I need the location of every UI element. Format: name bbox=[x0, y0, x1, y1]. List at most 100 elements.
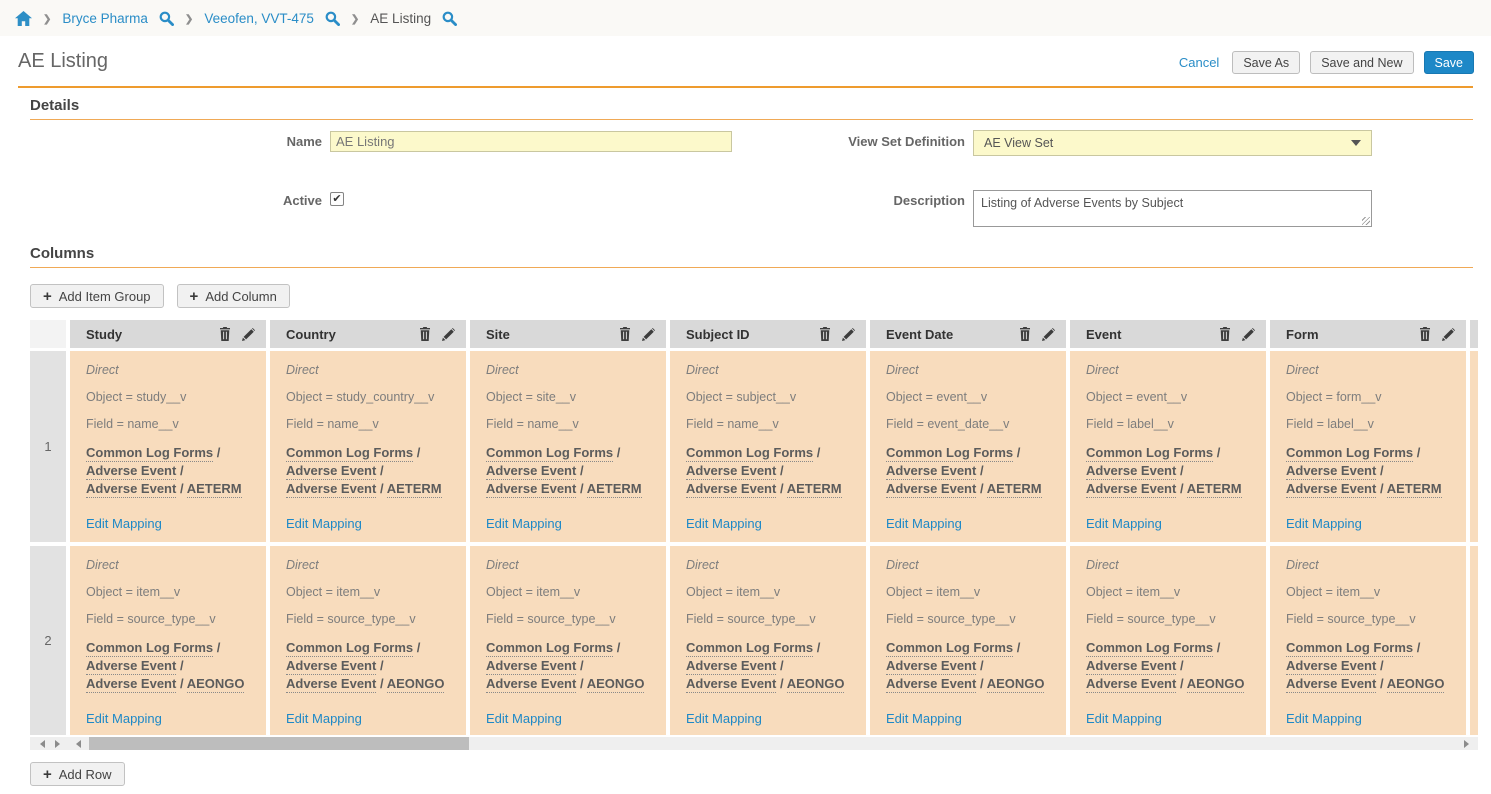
path-segment[interactable]: Adverse Event bbox=[686, 481, 776, 498]
delete-column-icon[interactable] bbox=[819, 327, 831, 341]
search-icon[interactable] bbox=[159, 11, 174, 26]
breadcrumb-link-study[interactable]: Bryce Pharma bbox=[62, 11, 148, 26]
delete-column-icon[interactable] bbox=[619, 327, 631, 341]
path-segment[interactable]: AETERM bbox=[387, 481, 442, 498]
path-segment[interactable]: Adverse Event bbox=[886, 463, 976, 480]
path-segment[interactable]: Adverse Event bbox=[286, 481, 376, 498]
path-segment[interactable]: AETERM bbox=[187, 481, 242, 498]
path-segment[interactable]: AETERM bbox=[787, 481, 842, 498]
edit-column-icon[interactable] bbox=[442, 328, 455, 341]
path-segment[interactable]: Adverse Event bbox=[686, 463, 776, 480]
edit-column-icon[interactable] bbox=[1042, 328, 1055, 341]
name-input[interactable] bbox=[330, 131, 732, 152]
path-segment[interactable]: Adverse Event bbox=[86, 658, 176, 675]
edit-mapping-link[interactable]: Edit Mapping bbox=[286, 516, 362, 531]
path-segment[interactable]: Adverse Event bbox=[286, 658, 376, 675]
path-segment[interactable]: Adverse Event bbox=[486, 481, 576, 498]
path-segment[interactable]: Common Log Forms bbox=[686, 445, 813, 462]
path-segment[interactable]: AEONGO bbox=[1187, 676, 1245, 693]
cancel-link[interactable]: Cancel bbox=[1179, 55, 1219, 70]
scrollbar-right-arrow-icon[interactable] bbox=[1464, 740, 1469, 748]
path-segment[interactable]: AEONGO bbox=[187, 676, 245, 693]
add-item-group-button[interactable]: Add Item Group bbox=[30, 284, 164, 308]
path-segment[interactable]: Adverse Event bbox=[86, 676, 176, 693]
path-segment[interactable]: Adverse Event bbox=[1086, 463, 1176, 480]
path-segment[interactable]: Adverse Event bbox=[1286, 658, 1376, 675]
delete-column-icon[interactable] bbox=[1419, 327, 1431, 341]
edit-mapping-link[interactable]: Edit Mapping bbox=[1086, 711, 1162, 726]
edit-mapping-link[interactable]: Edit Mapping bbox=[86, 516, 162, 531]
path-segment[interactable]: Adverse Event bbox=[486, 658, 576, 675]
path-segment[interactable]: AEONGO bbox=[987, 676, 1045, 693]
path-segment[interactable]: Common Log Forms bbox=[286, 640, 413, 657]
view-set-select[interactable]: AE View Set bbox=[973, 130, 1372, 156]
path-segment[interactable]: Common Log Forms bbox=[1286, 640, 1413, 657]
path-segment[interactable]: AETERM bbox=[1187, 481, 1242, 498]
delete-column-icon[interactable] bbox=[1219, 327, 1231, 341]
path-segment[interactable]: Common Log Forms bbox=[486, 445, 613, 462]
path-segment[interactable]: Adverse Event bbox=[1286, 481, 1376, 498]
save-and-new-button[interactable]: Save and New bbox=[1310, 51, 1413, 74]
path-segment[interactable]: AETERM bbox=[587, 481, 642, 498]
edit-column-icon[interactable] bbox=[1442, 328, 1455, 341]
active-checkbox[interactable] bbox=[330, 192, 344, 206]
breadcrumb-link-casebook[interactable]: Veeofen, VVT-475 bbox=[204, 11, 314, 26]
path-segment[interactable]: Adverse Event bbox=[86, 463, 176, 480]
edit-mapping-link[interactable]: Edit Mapping bbox=[686, 711, 762, 726]
path-segment[interactable]: Adverse Event bbox=[1086, 481, 1176, 498]
edit-column-icon[interactable] bbox=[842, 328, 855, 341]
path-segment[interactable]: Common Log Forms bbox=[86, 445, 213, 462]
path-segment[interactable]: AEONGO bbox=[787, 676, 845, 693]
path-segment[interactable]: Adverse Event bbox=[886, 658, 976, 675]
edit-mapping-link[interactable]: Edit Mapping bbox=[1286, 516, 1362, 531]
edit-mapping-link[interactable]: Edit Mapping bbox=[486, 516, 562, 531]
path-segment[interactable]: Adverse Event bbox=[686, 658, 776, 675]
path-segment[interactable]: AETERM bbox=[987, 481, 1042, 498]
scroll-columns-right-icon[interactable] bbox=[55, 740, 60, 748]
path-segment[interactable]: Adverse Event bbox=[886, 676, 976, 693]
edit-mapping-link[interactable]: Edit Mapping bbox=[1286, 711, 1362, 726]
edit-column-icon[interactable] bbox=[642, 328, 655, 341]
path-segment[interactable]: Adverse Event bbox=[1086, 658, 1176, 675]
path-segment[interactable]: Adverse Event bbox=[86, 481, 176, 498]
path-segment[interactable]: Common Log Forms bbox=[686, 640, 813, 657]
edit-mapping-link[interactable]: Edit Mapping bbox=[86, 711, 162, 726]
search-icon[interactable] bbox=[325, 11, 340, 26]
edit-mapping-link[interactable]: Edit Mapping bbox=[686, 516, 762, 531]
edit-mapping-link[interactable]: Edit Mapping bbox=[886, 516, 962, 531]
path-segment[interactable]: Common Log Forms bbox=[886, 445, 1013, 462]
delete-column-icon[interactable] bbox=[1019, 327, 1031, 341]
scrollbar-track[interactable] bbox=[87, 737, 1460, 750]
delete-column-icon[interactable] bbox=[219, 327, 231, 341]
path-segment[interactable]: Adverse Event bbox=[1286, 463, 1376, 480]
scroll-columns-left-icon[interactable] bbox=[40, 740, 45, 748]
resize-handle-icon[interactable] bbox=[1362, 217, 1370, 225]
home-icon[interactable] bbox=[15, 11, 32, 26]
path-segment[interactable]: Common Log Forms bbox=[86, 640, 213, 657]
path-segment[interactable]: Common Log Forms bbox=[886, 640, 1013, 657]
scrollbar-thumb[interactable] bbox=[89, 737, 469, 750]
edit-column-icon[interactable] bbox=[242, 328, 255, 341]
path-segment[interactable]: AETERM bbox=[1387, 481, 1442, 498]
path-segment[interactable]: Adverse Event bbox=[886, 481, 976, 498]
search-icon[interactable] bbox=[442, 11, 457, 26]
save-button[interactable]: Save bbox=[1424, 51, 1475, 74]
edit-mapping-link[interactable]: Edit Mapping bbox=[886, 711, 962, 726]
path-segment[interactable]: Adverse Event bbox=[286, 463, 376, 480]
path-segment[interactable]: Common Log Forms bbox=[286, 445, 413, 462]
path-segment[interactable]: Common Log Forms bbox=[1086, 445, 1213, 462]
description-textarea[interactable]: Listing of Adverse Events by Subject bbox=[973, 190, 1372, 227]
path-segment[interactable]: AEONGO bbox=[587, 676, 645, 693]
delete-column-icon[interactable] bbox=[419, 327, 431, 341]
path-segment[interactable]: AEONGO bbox=[387, 676, 445, 693]
path-segment[interactable]: Adverse Event bbox=[1086, 676, 1176, 693]
edit-mapping-link[interactable]: Edit Mapping bbox=[286, 711, 362, 726]
edit-column-icon[interactable] bbox=[1242, 328, 1255, 341]
path-segment[interactable]: Adverse Event bbox=[486, 463, 576, 480]
path-segment[interactable]: Adverse Event bbox=[286, 676, 376, 693]
path-segment[interactable]: Adverse Event bbox=[686, 676, 776, 693]
path-segment[interactable]: Adverse Event bbox=[1286, 676, 1376, 693]
path-segment[interactable]: AEONGO bbox=[1387, 676, 1445, 693]
path-segment[interactable]: Common Log Forms bbox=[1286, 445, 1413, 462]
path-segment[interactable]: Common Log Forms bbox=[486, 640, 613, 657]
